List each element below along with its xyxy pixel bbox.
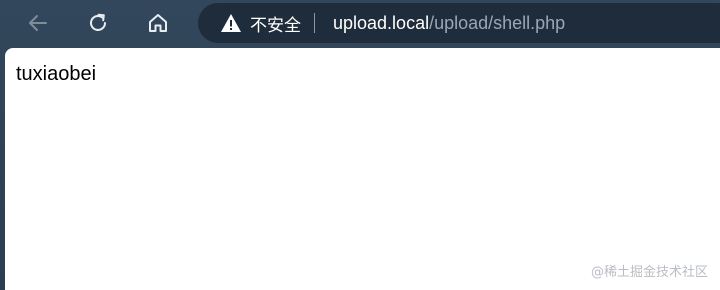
watermark: @稀土掘金技术社区: [590, 265, 708, 280]
address-bar[interactable]: 不安全 upload.local/upload/shell.php: [198, 3, 720, 43]
address-divider: [314, 13, 315, 33]
security-status-label[interactable]: 不安全: [250, 11, 301, 36]
browser-window: 不安全 upload.local/upload/shell.php tuxiao…: [0, 0, 720, 290]
arrow-left-icon: [25, 10, 51, 36]
home-button[interactable]: [141, 6, 175, 40]
page-content: tuxiaobei @稀土掘金技术社区: [5, 48, 720, 290]
browser-toolbar: 不安全 upload.local/upload/shell.php: [0, 0, 720, 46]
url-path: /upload/shell.php: [429, 12, 566, 33]
home-icon: [145, 10, 171, 36]
reload-button[interactable]: [81, 6, 115, 40]
back-button[interactable]: [21, 6, 55, 40]
warning-triangle-icon[interactable]: [220, 12, 242, 34]
url-text[interactable]: upload.local/upload/shell.php: [333, 13, 565, 34]
url-host: upload.local: [333, 12, 430, 33]
page-body-text: tuxiaobei: [16, 63, 97, 85]
reload-icon: [85, 10, 111, 36]
